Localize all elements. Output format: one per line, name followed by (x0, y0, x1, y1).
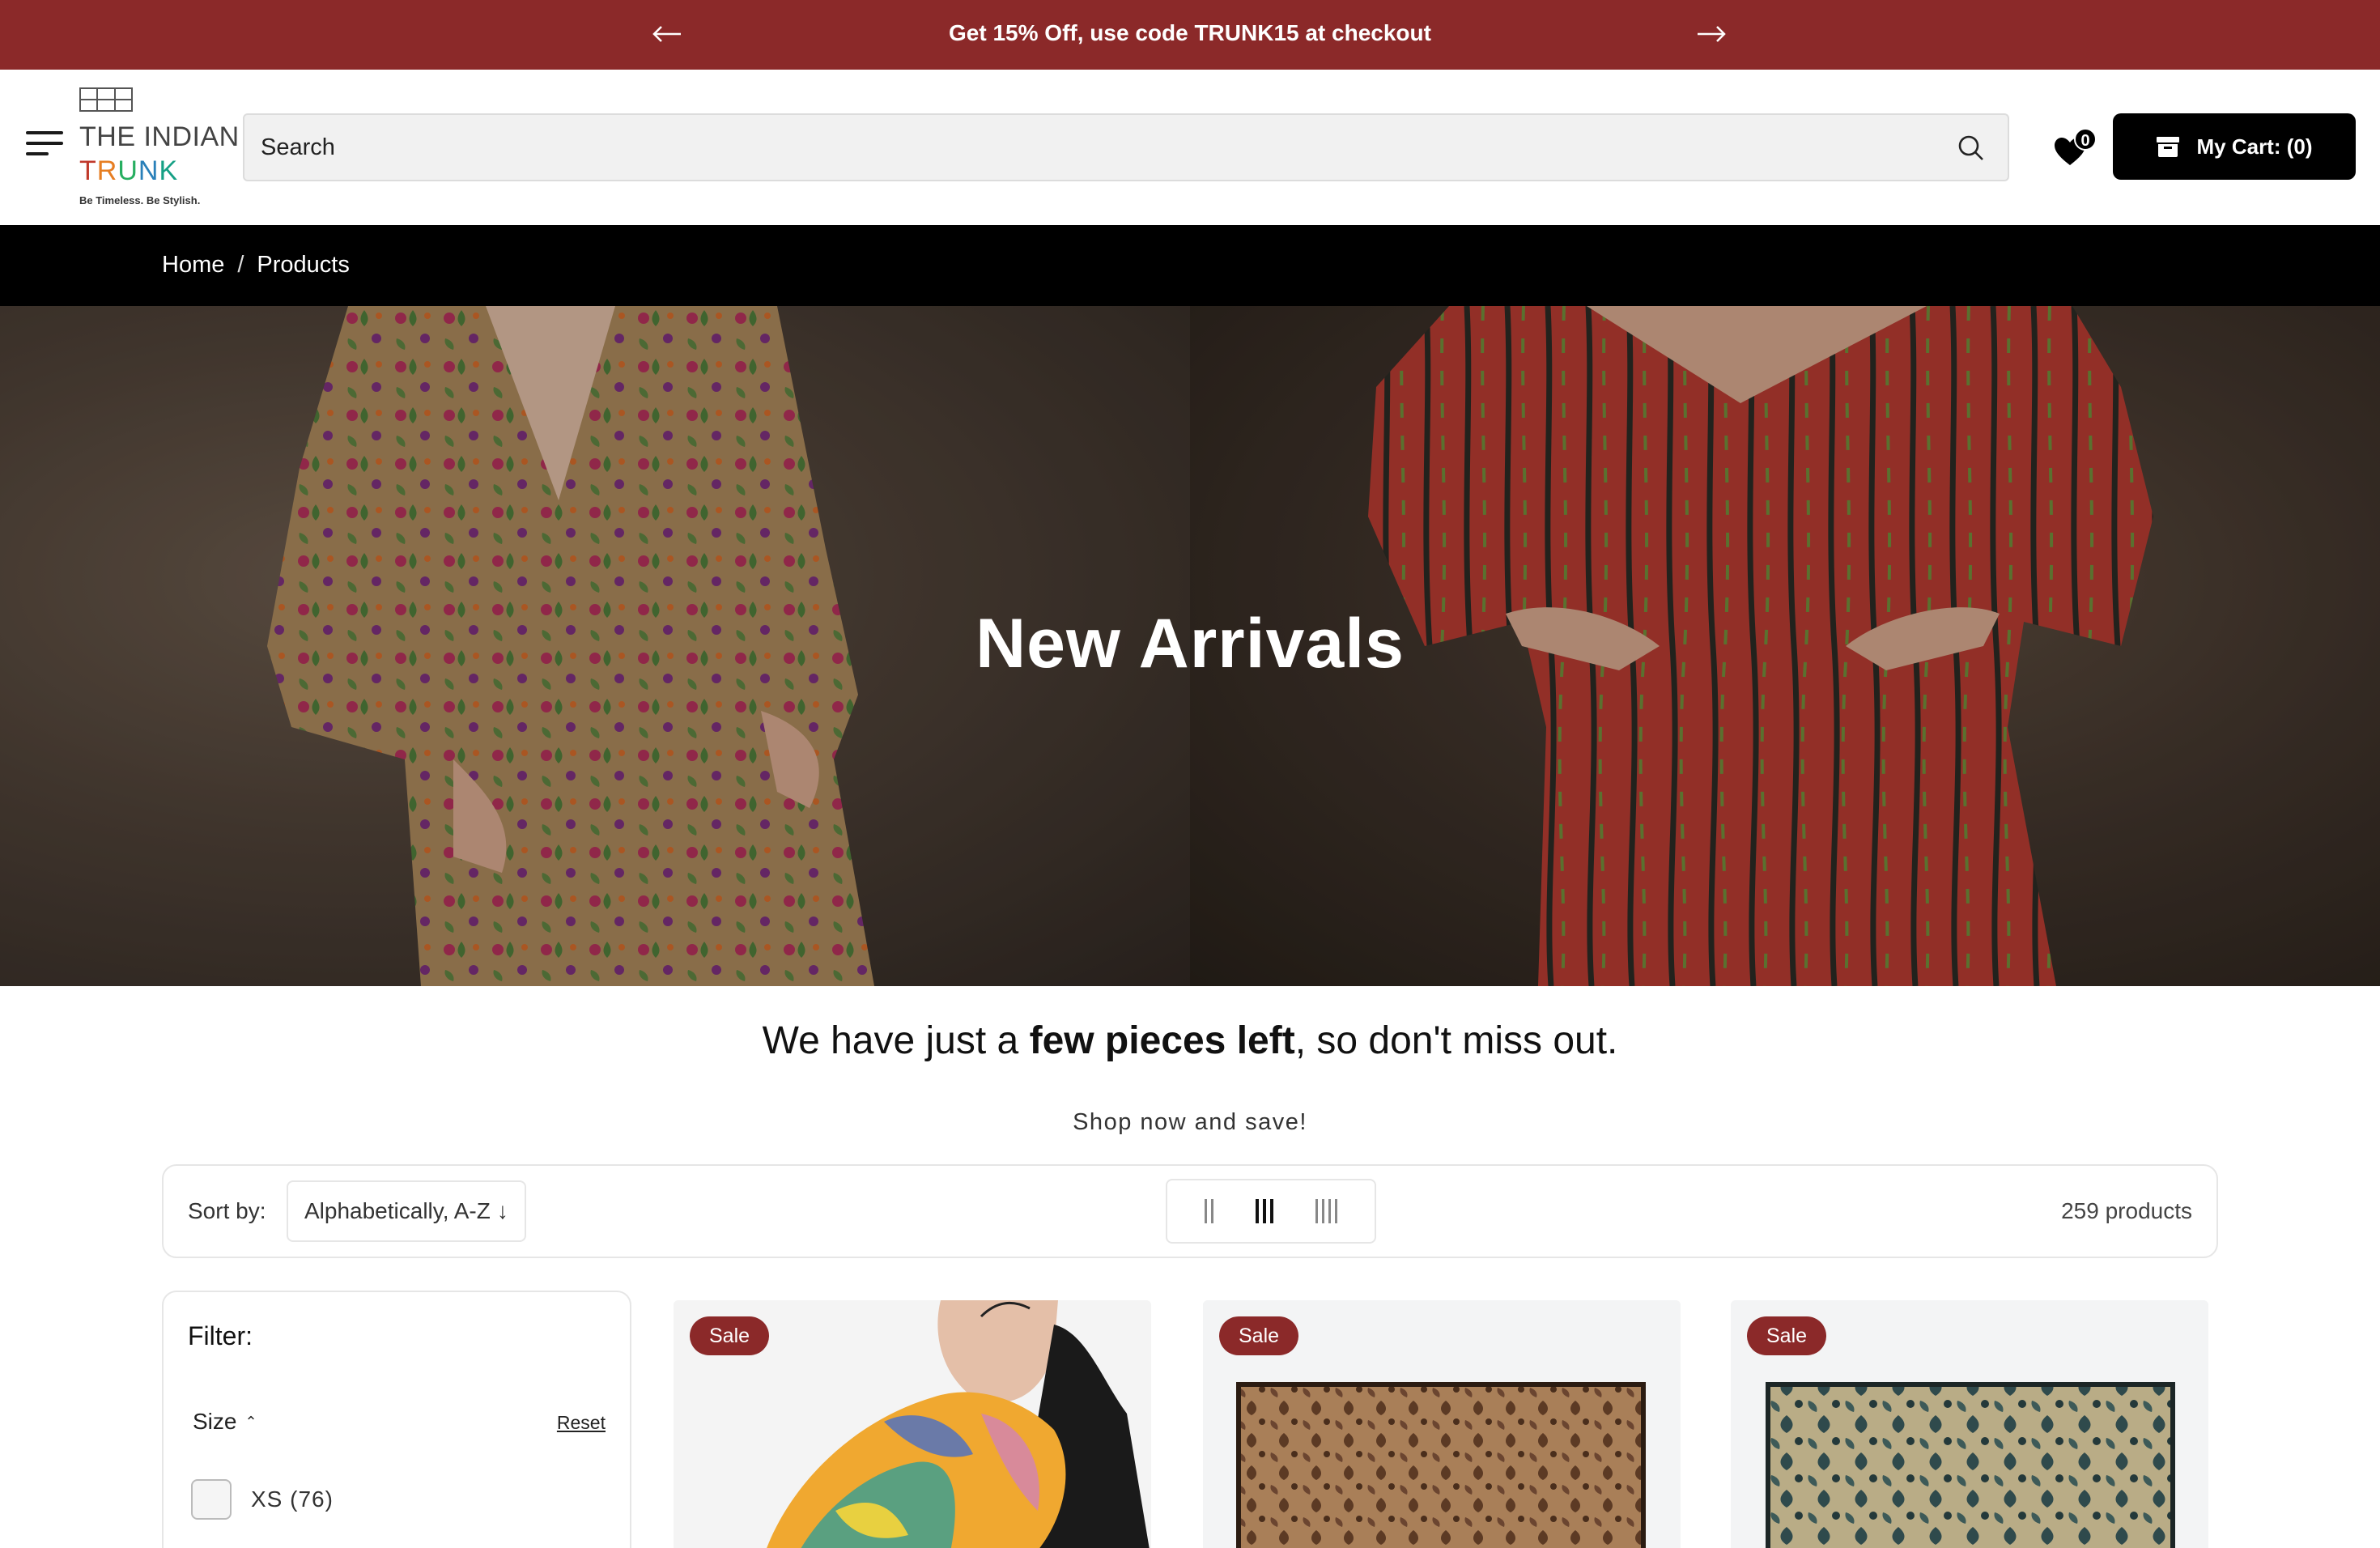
product-card[interactable]: Sale (674, 1300, 1151, 1548)
next-announcement-button[interactable] (1692, 15, 1731, 53)
arrow-right-icon (1698, 26, 1726, 42)
brand-logo[interactable]: THE INDIAN TRUNK Be Timeless. Be Stylish… (79, 87, 241, 209)
product-count: 259 products (2061, 1198, 2192, 1223)
announcement-bar: Get 15% Off, use code TRUNK15 at checkou… (0, 0, 2380, 70)
product-card[interactable]: Sale (1203, 1300, 1681, 1548)
grid-3-columns-button[interactable] (1251, 1199, 1278, 1223)
breadcrumb-bar: Home / Products (0, 225, 2380, 306)
logo-mark-icon (79, 87, 133, 112)
hero-title: New Arrivals (975, 605, 1405, 683)
wishlist-button[interactable]: 0 (2053, 128, 2100, 170)
filter-option-label: XS (76) (251, 1486, 334, 1512)
logo-text-line2: TRUNK (79, 155, 179, 186)
announcement-text: Get 15% Off, use code TRUNK15 at checkou… (949, 20, 1431, 45)
breadcrumb: Home / Products (162, 225, 350, 306)
hero-banner: New Arrivals (0, 306, 2380, 986)
wishlist-count-badge: 0 (2074, 128, 2097, 151)
sort-select[interactable]: Alphabetically, A-Z ↓ (287, 1180, 526, 1242)
cart-label: My Cart: (0) (2196, 134, 2313, 159)
filter-size-toggle[interactable]: Size ⌃ (193, 1409, 257, 1435)
product-card[interactable]: Sale (1731, 1300, 2208, 1548)
sale-badge: Sale (1747, 1316, 1827, 1355)
menu-button[interactable] (26, 131, 63, 160)
breadcrumb-home-link[interactable]: Home (162, 252, 224, 278)
collection-tagline: We have just a few pieces left, so don't… (762, 1019, 1618, 1062)
cart-icon (2157, 137, 2180, 157)
sort-arrow-icon: ↓ (496, 1198, 508, 1223)
logo-tagline: Be Timeless. Be Stylish. (79, 194, 201, 206)
collection-toolbar: Sort by: Alphabetically, A-Z ↓ 259 produc… (162, 1164, 2218, 1258)
filter-reset-link[interactable]: Reset (557, 1412, 606, 1434)
filter-title: Filter: (188, 1321, 253, 1350)
collection-subtitle: Shop now and save! (1073, 1109, 1307, 1135)
filter-checkbox[interactable] (191, 1479, 232, 1520)
sale-badge: Sale (690, 1316, 770, 1355)
site-header: THE INDIAN TRUNK Be Timeless. Be Stylish… (0, 70, 2380, 225)
breadcrumb-current: Products (257, 252, 350, 278)
sort-label: Sort by: (188, 1198, 266, 1223)
grid-2-columns-button[interactable] (1200, 1199, 1218, 1223)
grid-view-toggle (1166, 1179, 1376, 1244)
search-bar (243, 113, 2009, 181)
logo-text-line1: THE INDIAN (79, 121, 240, 152)
search-input[interactable] (261, 115, 1928, 180)
filter-sidebar: Filter: Size ⌃ Reset XS (76) (162, 1291, 631, 1548)
breadcrumb-separator: / (237, 252, 244, 278)
search-icon[interactable] (1957, 134, 1985, 162)
chevron-up-icon: ⌃ (244, 1414, 257, 1430)
cart-button[interactable]: My Cart: (0) (2113, 113, 2356, 180)
hamburger-icon (26, 131, 63, 134)
filter-option-xs[interactable]: XS (76) (191, 1478, 334, 1520)
grid-4-columns-button[interactable] (1311, 1199, 1342, 1223)
sale-badge: Sale (1219, 1316, 1299, 1355)
